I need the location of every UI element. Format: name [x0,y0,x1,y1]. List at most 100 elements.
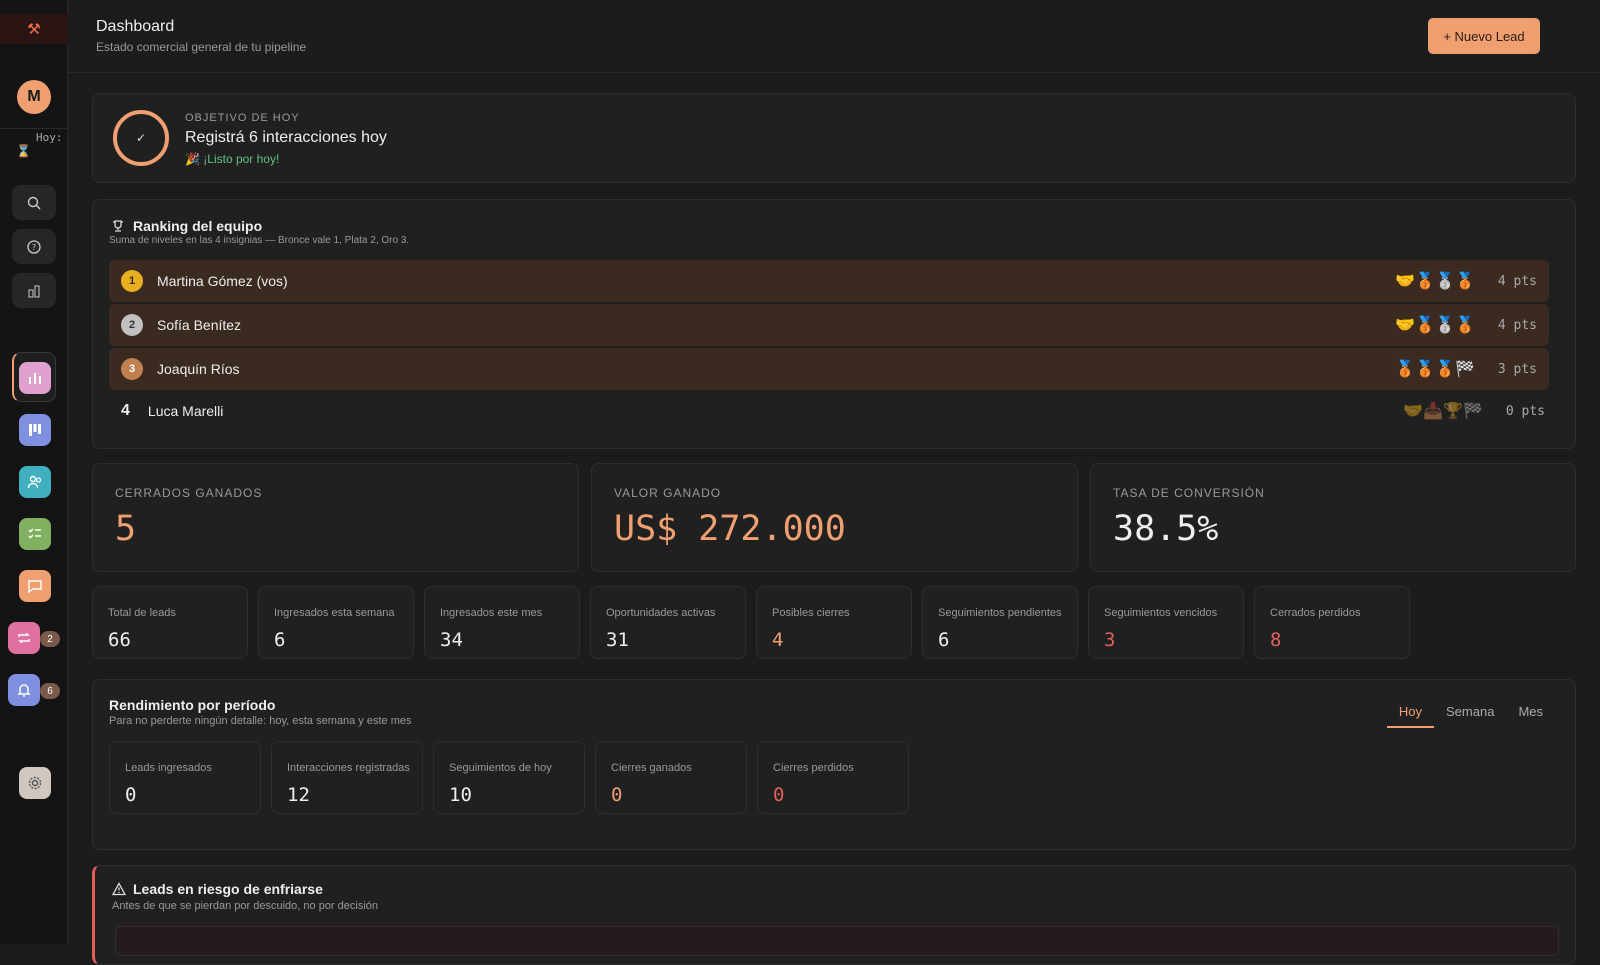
stat-label: Seguimientos de hoy [449,762,552,774]
trophy-icon [113,220,123,232]
rank-points: 4 pts [1497,317,1537,333]
goal-status: 🎉 ¡Listo por hoy! [185,152,280,166]
perf-leads-in: Leads ingresados 0 [109,741,261,814]
stat-conversion-rate: TASA DE CONVERSIÓN 38.5% [1090,463,1576,572]
performance-title: Rendimiento por período [109,697,276,713]
ranking-row[interactable]: 1 Martina Gómez (vos) 🤝🥉🥈🥉 4 pts [109,260,1549,302]
settings-app[interactable] [19,767,51,799]
chat-icon [28,580,42,594]
stat-overdue-followups: Seguimientos vencidos 3 [1088,586,1244,659]
notifications-badge: 6 [40,683,60,699]
ranking-row[interactable]: 3 Joaquín Ríos 🥉🥉🥉🏁 3 pts [109,348,1549,390]
tab-today[interactable]: Hoy [1386,700,1435,728]
perf-closes-lost: Cierres perdidos 0 [757,741,909,814]
performance-card: Rendimiento por período Para no perderte… [92,679,1576,850]
checklist-app[interactable] [19,518,51,550]
hours-text: Hoy: 1h 30 activ [36,131,68,144]
stat-value: 8 [1270,629,1282,651]
medal-icons: 🤝🥉🥈🥉 [1395,317,1475,334]
rank-name: Joaquín Ríos [157,361,240,377]
stat-value: 38.5% [1113,509,1219,549]
perf-followups-today: Seguimientos de hoy 10 [433,741,585,814]
board-icon [29,424,41,436]
search-button[interactable] [12,185,56,220]
help-button[interactable]: ? [12,229,56,264]
rank-name: Martina Gómez (vos) [157,273,288,289]
new-lead-button[interactable]: + Nuevo Lead [1428,18,1540,54]
rank-position: 4 [121,402,130,419]
stat-value: 3 [1104,629,1116,651]
stat-value: 12 [287,784,310,806]
search-icon [27,196,41,209]
risk-subtitle: Antes de que se pierdan por descuido, no… [112,900,379,912]
rank-position: 3 [121,358,143,380]
stat-value: 4 [772,629,784,651]
repeat-app[interactable] [8,622,40,654]
stat-label: Leads ingresados [125,762,212,774]
stat-value: 5 [115,509,137,549]
ranking-subtitle: Suma de niveles en las 4 insignias — Bro… [109,235,410,246]
stat-total-leads: Total de leads 66 [92,586,248,659]
stat-won-value: VALOR GANADO US$ 272.000 [591,463,1078,572]
stat-possible-closes: Posibles cierres 4 [756,586,912,659]
repeat-badge: 2 [40,631,60,647]
rank-points: 4 pts [1497,273,1537,289]
stat-label: Oportunidades activas [606,607,716,619]
goal-progress-ring: ✓ [113,110,169,166]
stat-label: Cierres perdidos [773,762,854,774]
stat-value: US$ 272.000 [614,509,846,549]
bell-icon [17,684,31,697]
tab-week[interactable]: Semana [1434,700,1506,728]
goal-eyebrow: OBJETIVO DE HOY [185,112,300,124]
board-app[interactable] [19,414,51,446]
chat-app[interactable] [19,570,51,602]
stat-value: 6 [938,629,950,651]
hammer-icon[interactable]: ⚒ [0,14,68,44]
perf-closes-won: Cierres ganados 0 [595,741,747,814]
stat-closed-lost: Cerrados perdidos 8 [1254,586,1410,659]
stat-label: Seguimientos vencidos [1104,607,1218,619]
period-tabs: Hoy Semana Mes [1386,700,1555,728]
rank-name: Luca Marelli [147,403,224,419]
risk-lead-item[interactable] [115,926,1559,956]
rank-position: 1 [121,270,143,292]
rank-name: Sofía Benítez [157,317,242,333]
stat-active-opportunities: Oportunidades activas 31 [590,586,746,659]
daily-goal-card: ✓ OBJETIVO DE HOY Registrá 6 interaccion… [92,93,1576,183]
page-subtitle: Estado comercial general de tu pipeline [96,40,307,54]
stat-value: 0 [611,784,623,806]
users-app[interactable] [19,466,51,498]
chart-button[interactable] [12,273,56,308]
perf-interactions: Interacciones registradas 12 [271,741,423,814]
stat-value: 10 [449,784,472,806]
ranking-row[interactable]: 2 Sofía Benítez 🤝🥉🥈🥉 4 pts [109,304,1549,346]
stat-value: 6 [274,629,286,651]
stat-value: 66 [108,629,131,651]
stat-label: Cerrados perdidos [1270,607,1361,619]
stat-label: CERRADOS GANADOS [115,486,263,500]
stat-label: Seguimientos pendientes [938,607,1062,619]
help-icon: ? [27,239,41,254]
stat-month-leads: Ingresados este mes 34 [424,586,580,659]
stat-label: Ingresados esta semana [274,607,395,619]
medal-icons: 🤝📥🏆🏁 [1403,403,1483,420]
bar-chart-icon [29,373,41,384]
warning-icon [112,882,126,896]
stat-label: Cierres ganados [611,762,692,774]
checklist-icon [28,528,41,539]
chart-icon [28,285,40,297]
repeat-icon [18,632,30,644]
analytics-app[interactable] [19,362,51,394]
stat-label: Total de leads [108,607,176,619]
stat-value: 0 [125,784,137,806]
tab-month[interactable]: Mes [1506,700,1555,728]
gear-icon [28,776,42,790]
at-risk-leads-card: Leads en riesgo de enfriarse Antes de qu… [92,865,1576,965]
notifications-app[interactable] [8,674,40,706]
stat-value: 0 [773,784,785,806]
avatar[interactable]: M [17,80,51,114]
stat-label: Posibles cierres [772,607,850,619]
users-icon [27,475,42,489]
stat-week-leads: Ingresados esta semana 6 [258,586,414,659]
ranking-row[interactable]: 4 Luca Marelli 🤝📥🏆🏁 0 pts [109,390,1549,432]
